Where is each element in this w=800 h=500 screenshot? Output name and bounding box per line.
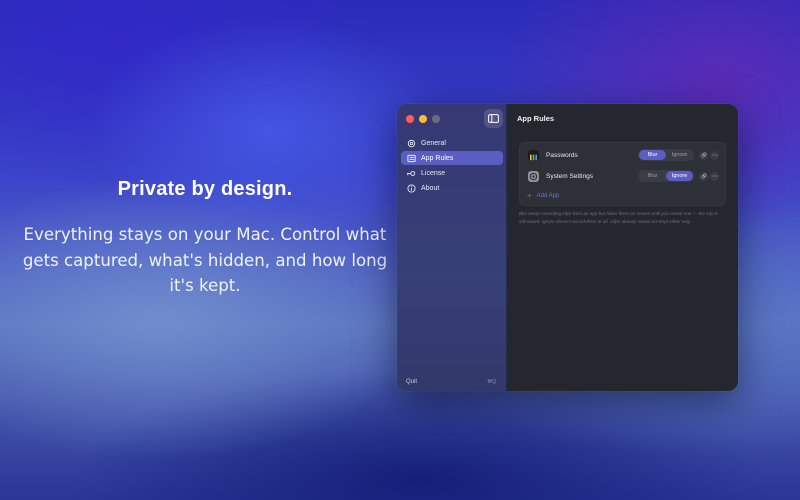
ignore-option[interactable]: Ignore [666, 150, 693, 160]
ignore-option[interactable]: Ignore [666, 171, 693, 181]
sidebar-item-general[interactable]: General [401, 136, 503, 150]
maximize-window-button[interactable] [432, 115, 440, 123]
main-panel: App Rules Passwords Blur Ignore System S… [507, 104, 738, 391]
passwords-app-icon [528, 149, 539, 161]
sidebar-item-label: License [421, 169, 446, 177]
rule-mode-segmented-control: Blur Ignore [638, 170, 694, 182]
blur-option[interactable]: Blur [639, 171, 666, 181]
more-icon[interactable] [710, 150, 719, 160]
sidebar-item-license[interactable]: License [401, 166, 503, 180]
help-text: Blur keeps recording clips from an app b… [519, 211, 718, 224]
minimize-window-button[interactable] [419, 115, 427, 123]
list-icon [406, 153, 416, 163]
sidebar-item-app-rules[interactable]: App Rules [401, 151, 503, 165]
plus-icon: + [527, 191, 532, 200]
info-icon [406, 183, 416, 193]
link-icon[interactable] [699, 171, 708, 181]
sidebar-item-label: About [421, 184, 440, 192]
settings-window: General App Rules License About Quit ⌘Q … [397, 104, 738, 391]
more-icon[interactable] [710, 171, 719, 181]
page-title: App Rules [517, 114, 555, 123]
close-window-button[interactable] [406, 115, 414, 123]
rule-app-name: Passwords [546, 151, 578, 159]
link-icon[interactable] [699, 150, 708, 160]
add-app-button[interactable]: + Add App [527, 192, 559, 200]
quit-shortcut: ⌘Q [487, 379, 496, 385]
sidebar-nav: General App Rules License About [401, 136, 503, 196]
sidebar-toggle-icon [488, 114, 499, 123]
sidebar: General App Rules License About Quit ⌘Q [397, 104, 507, 391]
key-icon [406, 168, 416, 178]
blur-option[interactable]: Blur [639, 150, 666, 160]
sidebar-toggle-button[interactable] [484, 109, 503, 128]
sidebar-item-label: General [421, 139, 446, 147]
hero-subtitle: Everything stays on your Mac. Control wh… [22, 225, 388, 295]
sidebar-item-label: App Rules [421, 154, 454, 162]
traffic-lights [406, 115, 440, 123]
system-settings-app-icon [528, 170, 539, 182]
list-item: System Settings Blur Ignore [528, 169, 719, 183]
hero-title: Private by design. [117, 178, 293, 200]
sidebar-item-about[interactable]: About [401, 181, 503, 195]
rule-app-name: System Settings [546, 172, 593, 180]
rule-mode-segmented-control: Blur Ignore [638, 149, 694, 161]
quit-button[interactable]: Quit [406, 379, 417, 385]
add-app-label: Add App [536, 193, 560, 199]
list-item: Passwords Blur Ignore [528, 148, 719, 162]
hero-section: Private by design. Everything stays on y… [20, 178, 390, 299]
gear-icon [406, 138, 416, 148]
